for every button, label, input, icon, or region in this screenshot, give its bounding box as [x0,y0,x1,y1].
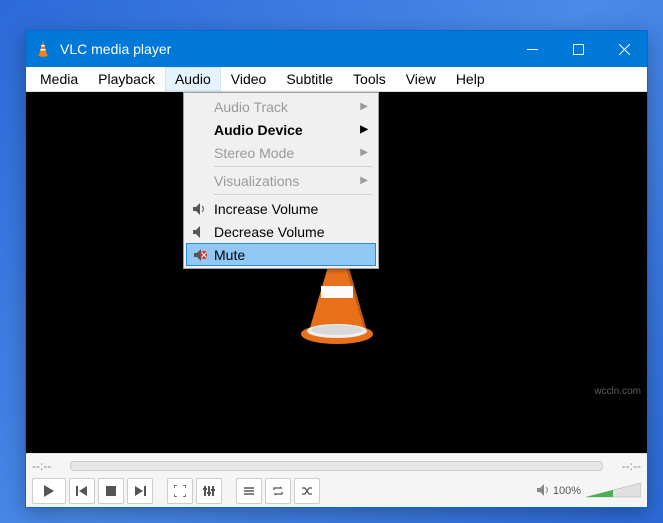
submenu-arrow-icon: ▶ [360,147,368,158]
stop-button[interactable] [98,478,124,504]
menu-item-increase-volume[interactable]: Increase Volume [186,197,376,220]
seek-row: --:-- --:-- [26,454,647,476]
submenu-arrow-icon: ▶ [360,124,368,135]
seek-slider[interactable] [70,461,603,471]
maximize-button[interactable] [555,31,601,67]
submenu-arrow-icon: ▶ [360,175,368,186]
menu-item-stereo-mode: Stereo Mode ▶ [186,141,376,164]
menu-item-decrease-volume[interactable]: Decrease Volume [186,220,376,243]
menu-tools[interactable]: Tools [343,67,396,91]
menu-item-visualizations: Visualizations ▶ [186,169,376,192]
speaker-icon[interactable] [536,483,550,500]
menu-separator [214,194,372,195]
play-button[interactable] [32,478,66,504]
elapsed-time: --:-- [32,459,64,473]
controls-bar: --:-- --:-- [26,453,647,507]
close-button[interactable] [601,31,647,67]
controls-row: 100% [26,476,647,506]
watermark: wccln.com [594,386,641,397]
speaker-up-icon [190,202,208,216]
menu-audio[interactable]: Audio [165,67,221,91]
extended-settings-button[interactable] [196,478,222,504]
playlist-button[interactable] [236,478,262,504]
menu-view[interactable]: View [396,67,446,91]
menu-item-mute[interactable]: Mute [186,243,376,266]
minimize-button[interactable] [509,31,555,67]
volume-percent: 100% [553,485,581,497]
shuffle-button[interactable] [294,478,320,504]
app-window: VLC media player Media Playback Audio Vi… [25,30,648,508]
audio-dropdown-menu: Audio Track ▶ Audio Device ▶ Stereo Mode… [183,92,379,269]
menu-item-audio-device[interactable]: Audio Device ▶ [186,118,376,141]
titlebar: VLC media player [26,31,647,67]
loop-button[interactable] [265,478,291,504]
window-title: VLC media player [60,41,509,57]
menu-item-audio-track: Audio Track ▶ [186,95,376,118]
menu-subtitle[interactable]: Subtitle [276,67,343,91]
previous-button[interactable] [69,478,95,504]
menu-media[interactable]: Media [30,67,88,91]
fullscreen-button[interactable] [167,478,193,504]
volume-slider[interactable] [586,481,641,501]
menu-video[interactable]: Video [221,67,277,91]
menu-playback[interactable]: Playback [88,67,165,91]
next-button[interactable] [127,478,153,504]
menu-help[interactable]: Help [446,67,495,91]
speaker-down-icon [190,225,208,239]
mute-icon [191,248,209,262]
submenu-arrow-icon: ▶ [360,101,368,112]
app-icon [34,40,52,58]
menu-separator [214,166,372,167]
total-time: --:-- [609,459,641,473]
menubar: Media Playback Audio Video Subtitle Tool… [26,67,647,92]
